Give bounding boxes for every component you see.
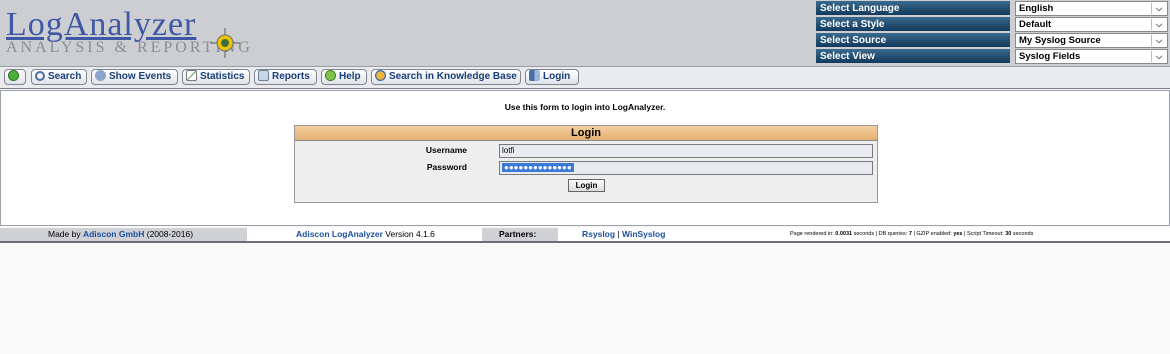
selector-panel: Select Language English ⌵ Select a Style … [816,1,1168,65]
login-form-title: Login [295,126,877,141]
stats-mid1: seconds | DB queries: [852,231,909,237]
header: LogAnalyzer ANALYSIS & REPORTING Select … [0,0,1170,67]
stats-prefix: Page rendered in: [790,231,836,237]
source-select-value: My Syslog Source [1019,35,1101,46]
logo[interactable]: LogAnalyzer ANALYSIS & REPORTING [4,6,254,62]
winsyslog-link[interactable]: WinSyslog [622,229,665,239]
menu-login-label: Login [543,71,571,82]
login-form: Login Username lotfi Password ●●●●●●●●●●… [294,125,878,203]
rsyslog-link[interactable]: Rsyslog [582,229,615,239]
menu-bar: Search Show Events Statistics Reports He… [0,67,1170,89]
chevron-down-icon: ⌵ [1151,19,1166,30]
select-language-label: Select Language [816,1,1010,16]
menu-knowledge-base-label: Search in Knowledge Base [389,71,517,82]
login-icon [529,70,540,81]
view-select-value: Syslog Fields [1019,51,1081,62]
knowledge-base-icon [375,70,386,81]
view-select[interactable]: Syslog Fields ⌵ [1015,49,1168,64]
footer-made-by: Made by Adiscon GmbH (2008-2016) [48,228,193,241]
username-row: Username lotfi [295,144,877,158]
footer-stats: Page rendered in: 0.0031 seconds | DB qu… [790,228,1033,241]
version-text: Version 4.1.6 [382,229,435,239]
footer: Made by Adiscon GmbH (2008-2016) Adiscon… [0,228,1170,243]
menu-statistics-label: Statistics [200,71,245,82]
made-by-years: (2008-2016) [144,229,194,239]
login-intro-text: Use this form to login into LogAnalyzer. [504,102,666,112]
stats-mid2: | GZIP enabled: [911,231,954,237]
username-field[interactable]: lotfi [499,144,873,158]
stats-mid3: | Script Timeout: [962,231,1006,237]
select-style-label: Select a Style [816,17,1010,32]
style-select[interactable]: Default ⌵ [1015,17,1168,32]
select-source-label: Select Source [816,33,1010,48]
crosshair-target-icon [210,28,240,58]
reports-icon [258,70,269,81]
password-value: ●●●●●●●●●●●●●● [502,163,574,172]
render-time: 0.0031 [835,231,853,237]
home-button[interactable] [4,69,26,85]
footer-version: Adiscon LogAnalyzer Version 4.1.6 [296,228,435,241]
footer-partners: Rsyslog | WinSyslog [582,228,665,241]
select-language-row: Select Language English ⌵ [816,1,1168,17]
menu-login-button[interactable]: Login [525,69,579,85]
menu-knowledge-base-button[interactable]: Search in Knowledge Base [371,69,521,85]
menu-statistics-button[interactable]: Statistics [182,69,250,85]
loganalyzer-link[interactable]: Adiscon LogAnalyzer [296,229,383,239]
select-style-row: Select a Style Default ⌵ [816,17,1168,33]
chart-icon [186,70,197,81]
menu-help-button[interactable]: Help [321,69,367,85]
style-select-value: Default [1019,19,1052,30]
language-select[interactable]: English ⌵ [1015,1,1168,16]
menu-reports-button[interactable]: Reports [254,69,317,85]
menu-help-label: Help [339,71,361,82]
menu-show-events-button[interactable]: Show Events [91,69,178,85]
search-icon [35,71,45,81]
chevron-down-icon: ⌵ [1151,51,1166,62]
password-field[interactable]: ●●●●●●●●●●●●●● [499,161,873,175]
partners-label: Partners: [499,229,537,239]
select-view-row: Select View Syslog Fields ⌵ [816,49,1168,65]
language-select-value: English [1019,3,1054,14]
main-content: Use this form to login into LogAnalyzer.… [0,90,1170,226]
events-icon [95,70,106,81]
chevron-down-icon: ⌵ [1151,35,1166,46]
made-by-prefix: Made by [48,229,83,239]
adiscon-link[interactable]: Adiscon GmbH [83,229,144,239]
login-button[interactable]: Login [568,179,605,192]
menu-show-events-label: Show Events [109,71,172,82]
menu-search-button[interactable]: Search [31,69,87,85]
help-icon [325,70,336,81]
username-label: Username [425,145,467,155]
chevron-down-icon: ⌵ [1151,3,1166,14]
select-source-row: Select Source My Syslog Source ⌵ [816,33,1168,49]
username-value: lotfi [502,146,515,155]
source-select[interactable]: My Syslog Source ⌵ [1015,33,1168,48]
gzip-status: yes [953,231,963,237]
home-icon [8,70,19,81]
menu-search-label: Search [48,71,82,82]
stats-suffix: seconds [1011,231,1034,237]
partner-separator: | [615,229,623,239]
password-row: Password ●●●●●●●●●●●●●● [295,161,877,175]
menu-reports-label: Reports [272,71,310,82]
password-label: Password [426,162,467,172]
select-view-label: Select View [816,49,1010,64]
